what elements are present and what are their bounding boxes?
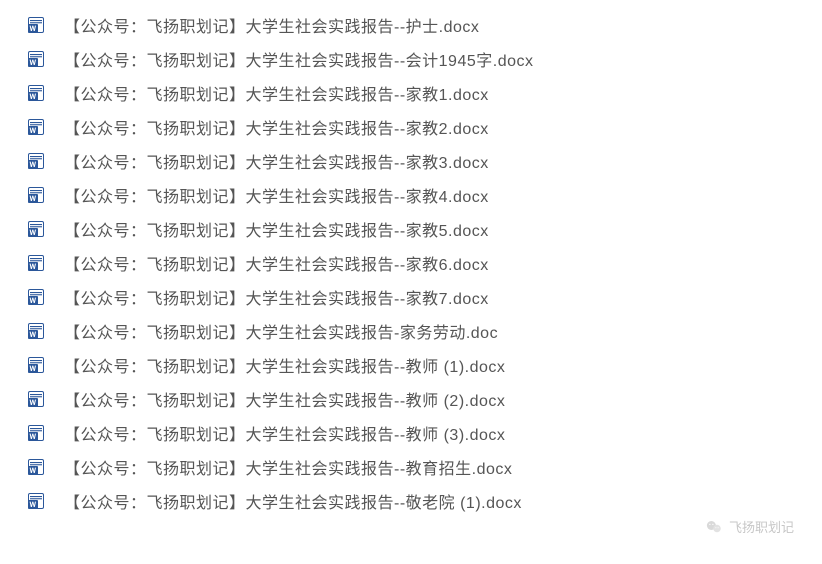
- word-doc-icon: [28, 425, 44, 441]
- file-item[interactable]: 【公众号：飞扬职划记】大学生社会实践报告--家教1.docx: [28, 76, 822, 110]
- word-doc-icon: [28, 221, 44, 237]
- word-doc-icon: [28, 119, 44, 135]
- file-name: 【公众号：飞扬职划记】大学生社会实践报告--护士.docx: [64, 13, 479, 37]
- file-item[interactable]: 【公众号：飞扬职划记】大学生社会实践报告--家教4.docx: [28, 178, 822, 212]
- watermark-text: 飞扬职划记: [729, 517, 794, 536]
- word-doc-icon: [28, 187, 44, 203]
- file-name: 【公众号：飞扬职划记】大学生社会实践报告--家教4.docx: [64, 183, 489, 207]
- file-item[interactable]: 【公众号：飞扬职划记】大学生社会实践报告--护士.docx: [28, 8, 822, 42]
- file-name: 【公众号：飞扬职划记】大学生社会实践报告--家教3.docx: [64, 149, 489, 173]
- word-doc-icon: [28, 153, 44, 169]
- file-name: 【公众号：飞扬职划记】大学生社会实践报告--教育招生.docx: [64, 455, 512, 479]
- file-name: 【公众号：飞扬职划记】大学生社会实践报告--教师 (3).docx: [64, 421, 505, 445]
- word-doc-icon: [28, 85, 44, 101]
- file-item[interactable]: 【公众号：飞扬职划记】大学生社会实践报告--敬老院 (1).docx: [28, 484, 822, 518]
- word-doc-icon: [28, 357, 44, 373]
- word-doc-icon: [28, 17, 44, 33]
- file-item[interactable]: 【公众号：飞扬职划记】大学生社会实践报告-家务劳动.doc: [28, 314, 822, 348]
- file-name: 【公众号：飞扬职划记】大学生社会实践报告--家教6.docx: [64, 251, 489, 275]
- file-item[interactable]: 【公众号：飞扬职划记】大学生社会实践报告--教师 (2).docx: [28, 382, 822, 416]
- file-item[interactable]: 【公众号：飞扬职划记】大学生社会实践报告--教育招生.docx: [28, 450, 822, 484]
- file-name: 【公众号：飞扬职划记】大学生社会实践报告--敬老院 (1).docx: [64, 489, 522, 513]
- file-name: 【公众号：飞扬职划记】大学生社会实践报告--家教7.docx: [64, 285, 489, 309]
- file-item[interactable]: 【公众号：飞扬职划记】大学生社会实践报告--会计1945字.docx: [28, 42, 822, 76]
- word-doc-icon: [28, 323, 44, 339]
- file-item[interactable]: 【公众号：飞扬职划记】大学生社会实践报告--教师 (3).docx: [28, 416, 822, 450]
- word-doc-icon: [28, 255, 44, 271]
- file-list: 【公众号：飞扬职划记】大学生社会实践报告--护士.docx 【公众号：飞扬职划记】…: [0, 0, 822, 518]
- file-item[interactable]: 【公众号：飞扬职划记】大学生社会实践报告--家教3.docx: [28, 144, 822, 178]
- word-doc-icon: [28, 459, 44, 475]
- file-item[interactable]: 【公众号：飞扬职划记】大学生社会实践报告--家教6.docx: [28, 246, 822, 280]
- file-item[interactable]: 【公众号：飞扬职划记】大学生社会实践报告--教师 (1).docx: [28, 348, 822, 382]
- file-name: 【公众号：飞扬职划记】大学生社会实践报告--家教2.docx: [64, 115, 489, 139]
- word-doc-icon: [28, 51, 44, 67]
- file-name: 【公众号：飞扬职划记】大学生社会实践报告--教师 (1).docx: [64, 353, 505, 377]
- file-item[interactable]: 【公众号：飞扬职划记】大学生社会实践报告--家教7.docx: [28, 280, 822, 314]
- word-doc-icon: [28, 391, 44, 407]
- wechat-icon: [705, 518, 723, 536]
- file-name: 【公众号：飞扬职划记】大学生社会实践报告-家务劳动.doc: [64, 319, 498, 343]
- file-item[interactable]: 【公众号：飞扬职划记】大学生社会实践报告--家教5.docx: [28, 212, 822, 246]
- watermark: 飞扬职划记: [705, 517, 794, 536]
- file-name: 【公众号：飞扬职划记】大学生社会实践报告--家教1.docx: [64, 81, 489, 105]
- word-doc-icon: [28, 289, 44, 305]
- word-doc-icon: [28, 493, 44, 509]
- file-name: 【公众号：飞扬职划记】大学生社会实践报告--教师 (2).docx: [64, 387, 505, 411]
- file-name: 【公众号：飞扬职划记】大学生社会实践报告--会计1945字.docx: [64, 47, 534, 71]
- file-item[interactable]: 【公众号：飞扬职划记】大学生社会实践报告--家教2.docx: [28, 110, 822, 144]
- file-name: 【公众号：飞扬职划记】大学生社会实践报告--家教5.docx: [64, 217, 489, 241]
